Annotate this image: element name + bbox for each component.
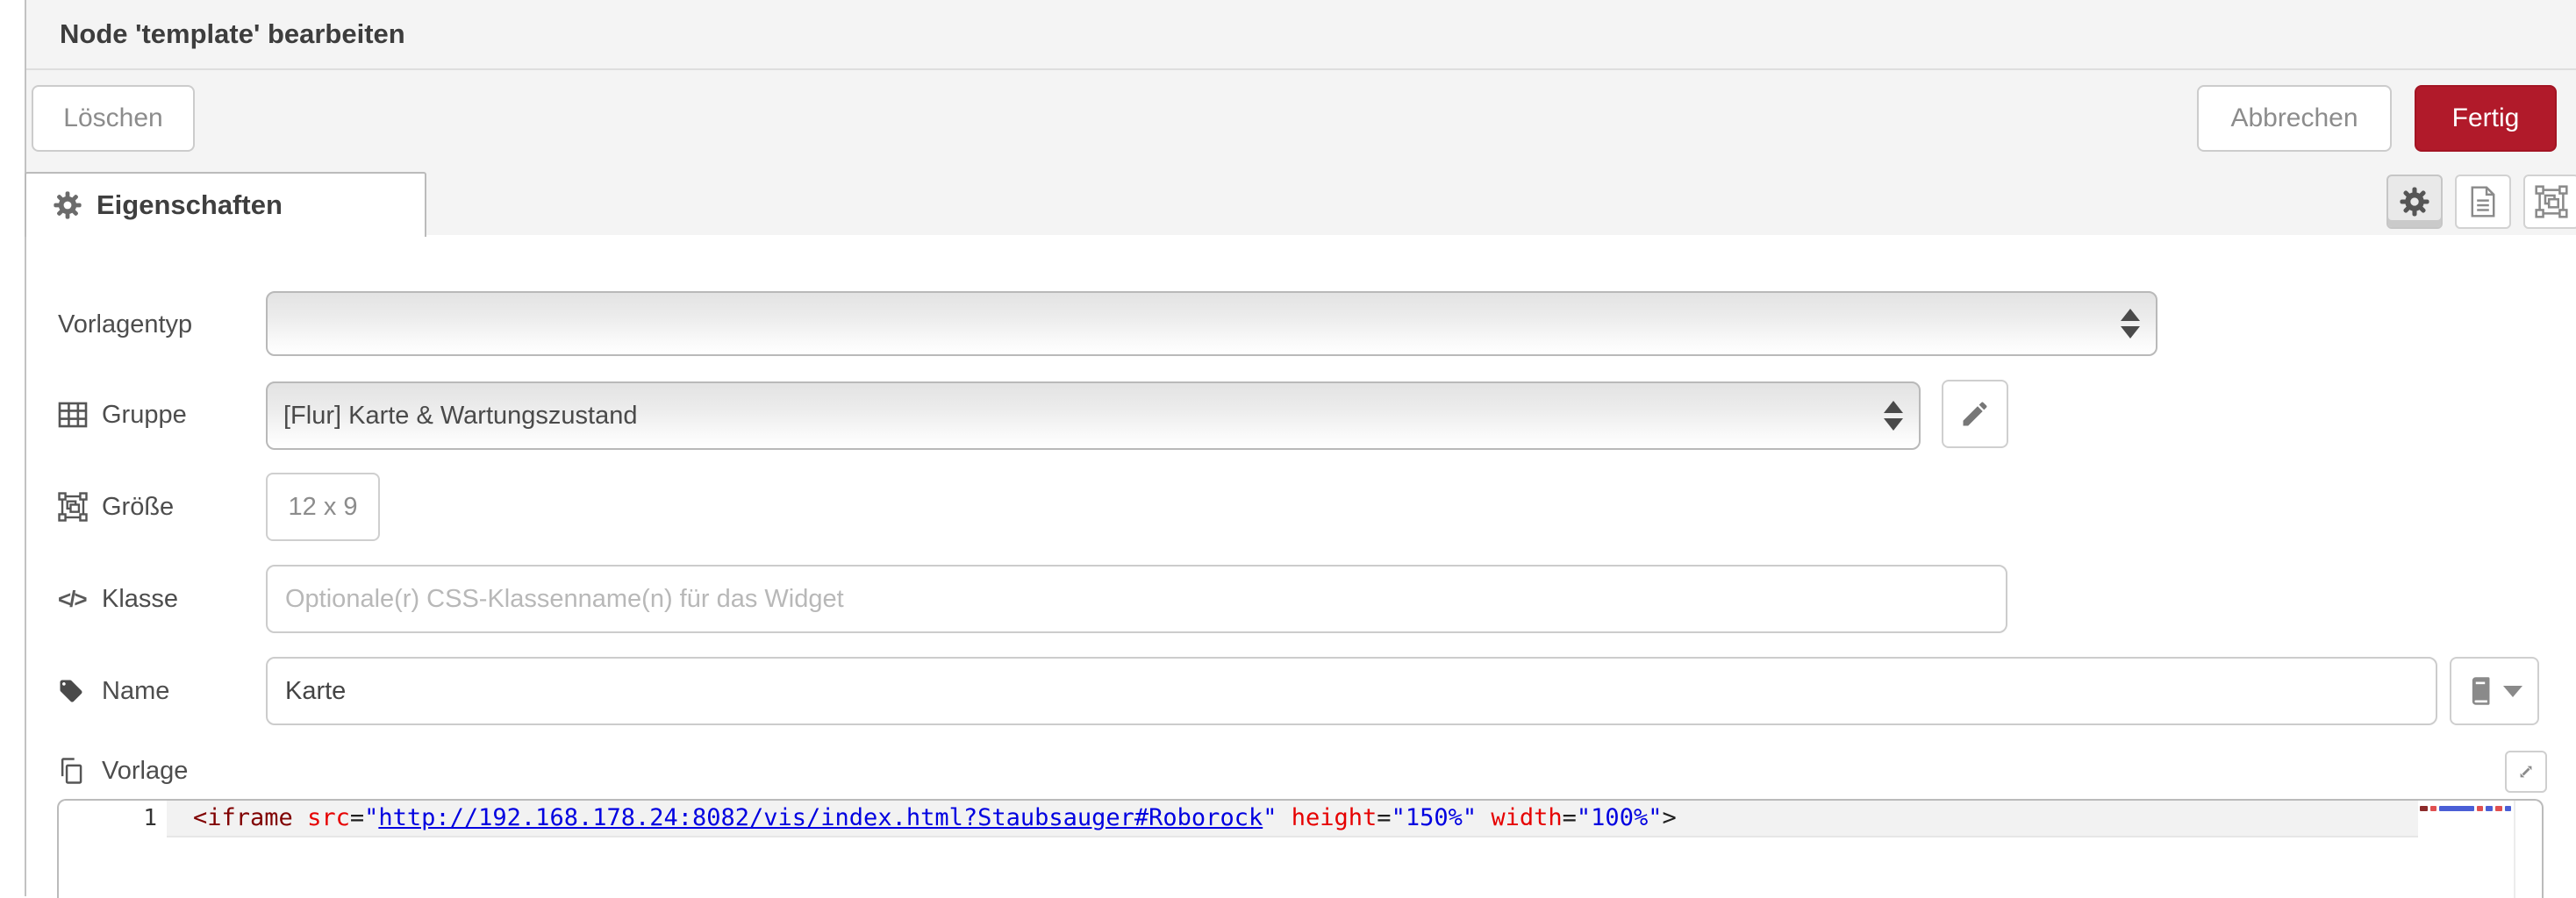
description-tab-button[interactable]	[2455, 175, 2511, 229]
done-button[interactable]: Fertig	[2415, 85, 2557, 152]
properties-form: Vorlagentyp Gruppe [Flur] Karte & Wartun…	[26, 235, 2576, 898]
tab-properties[interactable]: Eigenschaften	[25, 172, 426, 237]
tab-properties-label: Eigenschaften	[97, 189, 283, 220]
template-label: Vorlage	[58, 752, 188, 790]
group-select[interactable]: [Flur] Karte & Wartungszustand	[266, 381, 1921, 450]
object-group-icon	[2535, 185, 2568, 218]
dialog-toolbar: Löschen Abbrechen Fertig	[26, 70, 2576, 172]
line-number: 1	[143, 805, 157, 831]
size-label: Größe	[58, 488, 174, 526]
dialog-title: Node 'template' bearbeiten	[60, 18, 405, 49]
cancel-button[interactable]: Abbrechen	[2197, 85, 2392, 152]
code-icon: </>	[58, 585, 88, 612]
dialog-header: Node 'template' bearbeiten	[26, 0, 2576, 70]
pencil-icon	[1959, 398, 1991, 430]
appearance-tab-button[interactable]	[2523, 175, 2576, 229]
group-select-value: [Flur] Karte & Wartungszustand	[283, 401, 638, 430]
template-code-editor[interactable]: 1 <iframe src="http://192.168.178.24:808…	[57, 799, 2544, 898]
delete-button[interactable]: Löschen	[32, 85, 195, 152]
table-icon	[58, 402, 93, 428]
class-input[interactable]	[266, 565, 2007, 633]
class-label: </> Klasse	[58, 584, 179, 613]
object-group-icon	[58, 492, 93, 522]
minimap-divider	[2514, 801, 2515, 898]
gear-icon	[53, 190, 82, 220]
code-line[interactable]: <iframe src="http://192.168.178.24:8082/…	[193, 801, 1677, 836]
select-arrows-icon	[2121, 309, 2140, 339]
name-input[interactable]	[266, 657, 2437, 725]
expand-editor-button[interactable]	[2505, 751, 2547, 793]
tab-strip: Eigenschaften	[25, 172, 2576, 237]
name-label: Name	[58, 672, 169, 710]
properties-tab-button[interactable]	[2386, 175, 2443, 229]
template-type-label: Vorlagentyp	[58, 310, 193, 339]
group-label: Gruppe	[58, 396, 187, 434]
select-arrows-icon	[1884, 401, 1903, 431]
document-icon	[2468, 185, 2498, 218]
gear-icon	[2399, 186, 2430, 217]
size-button[interactable]: 12 x 9	[266, 473, 380, 541]
tag-icon	[58, 678, 93, 704]
expand-icon	[2514, 759, 2538, 784]
library-button[interactable]	[2450, 657, 2539, 725]
book-icon	[2466, 676, 2494, 706]
template-type-select[interactable]	[266, 291, 2157, 356]
workspace-edge	[0, 0, 26, 896]
chevron-down-icon	[2503, 685, 2522, 697]
minimap[interactable]	[2420, 805, 2511, 812]
copy-icon	[58, 757, 93, 785]
edit-group-button[interactable]	[1942, 380, 2008, 448]
